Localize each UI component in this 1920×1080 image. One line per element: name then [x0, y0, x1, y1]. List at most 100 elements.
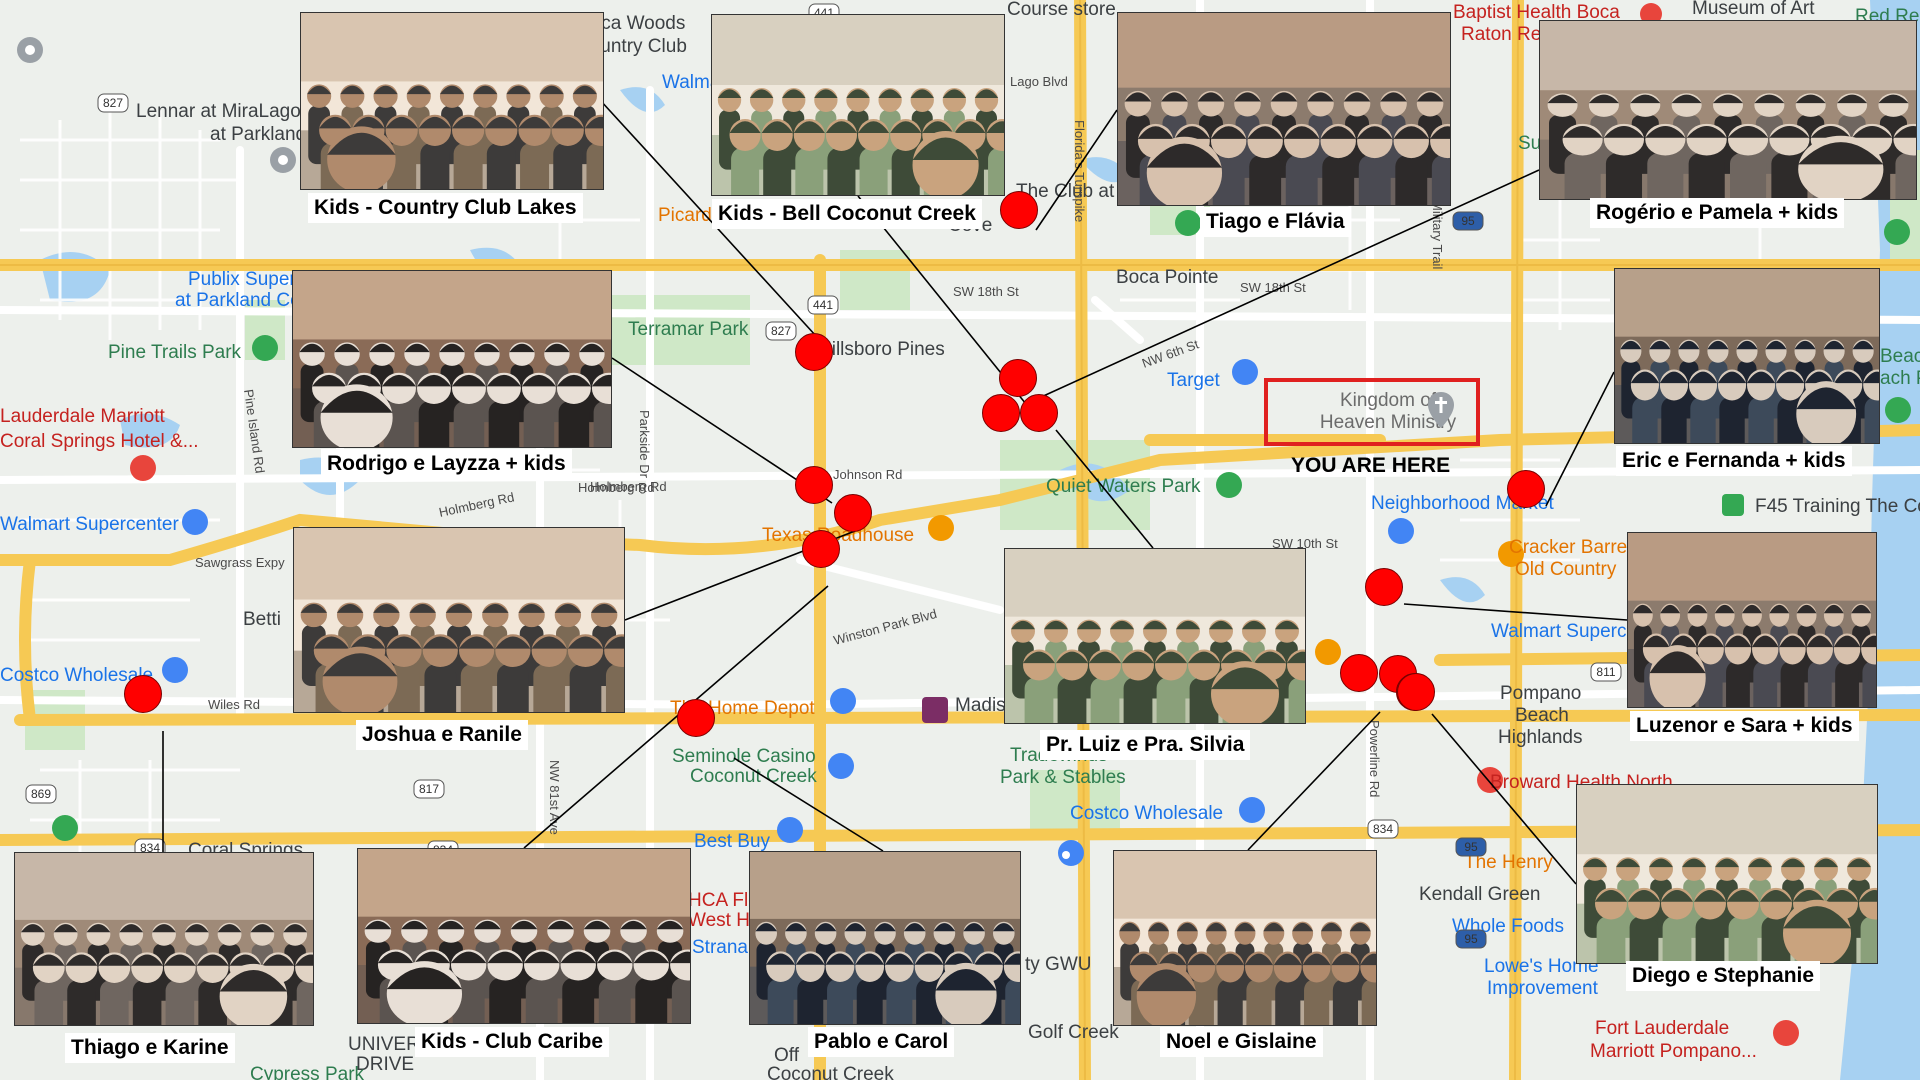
svg-text:834: 834	[1373, 822, 1393, 836]
route-shield: 834	[1367, 819, 1399, 839]
place-label[interactable]: Picardi	[658, 205, 716, 226]
location-marker-bell-coconut-creek-2[interactable]	[1020, 394, 1058, 432]
location-marker-thiago-karine[interactable]	[124, 675, 162, 713]
group-caption-thiago-karine: Thiago e Karine	[65, 1033, 235, 1063]
place-label[interactable]: F45 Training The Co	[1755, 496, 1920, 517]
place-label[interactable]: Boca Pointe	[1116, 267, 1218, 288]
group-photo-tiago-flavia[interactable]	[1117, 12, 1451, 206]
place-label[interactable]: Museum of Art	[1692, 0, 1815, 19]
place-label[interactable]: Best Buy	[694, 831, 771, 852]
place-label[interactable]: Terramar Park	[628, 319, 749, 340]
location-marker-joshua-ranile[interactable]	[834, 494, 872, 532]
route-shield: 95	[1452, 211, 1484, 231]
place-label[interactable]: Quiet Waters Park	[1046, 476, 1201, 497]
group-photo-pablo-carol[interactable]	[749, 851, 1021, 1025]
place-label[interactable]: Hillsboro Pines	[818, 339, 945, 360]
place-label[interactable]: Cypress Park	[250, 1064, 365, 1080]
svg-text:869: 869	[31, 787, 51, 801]
you-are-here-box	[1264, 378, 1480, 446]
road-label: Wiles Rd	[208, 697, 260, 712]
place-label[interactable]: Coconut Creek	[767, 1064, 894, 1080]
location-marker-rodrigo-layzza[interactable]	[795, 466, 833, 504]
road-label: SW 18th St	[1240, 280, 1306, 295]
place-label[interactable]: Highlands	[1498, 727, 1583, 748]
location-marker-bell-coconut-creek-1[interactable]	[982, 394, 1020, 432]
place-label[interactable]: Park & Stables	[1000, 767, 1126, 788]
group-photo-bell-coconut-creek[interactable]	[711, 14, 1005, 196]
place-label[interactable]: Coral Springs Hotel &...	[0, 431, 199, 452]
place-label[interactable]: Walmart Supercenter	[0, 514, 179, 535]
place-label[interactable]: Costco Wholesale	[1070, 803, 1223, 824]
group-caption-joshua-ranile: Joshua e Ranile	[356, 720, 528, 750]
group-photo-eric-fernanda[interactable]	[1614, 268, 1880, 444]
place-label[interactable]: Cracker Barrel	[1509, 537, 1631, 558]
road-label: Powerline Rd	[1367, 720, 1382, 797]
road-label: Military Trail	[1430, 200, 1445, 269]
group-caption-pablo-carol: Pablo e Carol	[808, 1027, 955, 1057]
route-shield: 827	[97, 93, 129, 113]
place-label[interactable]: ty GWU	[1025, 954, 1092, 975]
road-label: Johnson Rd	[833, 467, 902, 482]
group-photo-diego-stephanie[interactable]	[1576, 784, 1878, 964]
place-label[interactable]: Course store	[1007, 0, 1116, 20]
place-label[interactable]: Golf Creek	[1028, 1022, 1119, 1043]
place-label[interactable]: Kendall Green	[1419, 884, 1540, 905]
group-photo-thiago-karine[interactable]	[14, 852, 314, 1026]
location-marker-eric-fernanda[interactable]	[1507, 470, 1545, 508]
place-label[interactable]: Fort Lauderdale	[1595, 1018, 1729, 1039]
group-photo-luiz-silvia[interactable]	[1004, 548, 1306, 724]
place-label[interactable]: Beach	[1515, 705, 1569, 726]
place-label[interactable]: Betti	[243, 609, 281, 630]
route-shield: 95	[1455, 929, 1487, 949]
place-label[interactable]: Pine Trails Park	[108, 342, 242, 363]
road-label: SW 18th St	[953, 284, 1019, 299]
place-label[interactable]: Improvement	[1487, 978, 1599, 999]
place-label[interactable]: ach Pier	[1880, 368, 1920, 389]
route-shield: 869	[25, 784, 57, 804]
group-photo-country-club-lakes[interactable]	[300, 12, 604, 190]
svg-text:827: 827	[771, 324, 791, 338]
location-marker-extra[interactable]	[1397, 673, 1435, 711]
group-caption-tiago-flavia: Tiago e Flávia	[1200, 207, 1351, 237]
place-label[interactable]: DRIVE	[356, 1054, 414, 1075]
road-label: Sawgrass Expy	[195, 555, 285, 570]
group-caption-luzenor-sara: Luzenor e Sara + kids	[1630, 711, 1859, 741]
place-label[interactable]: Coconut Creek	[690, 766, 817, 787]
group-photo-rogerio-pamela[interactable]	[1539, 20, 1917, 200]
group-caption-rodrigo-layzza: Rodrigo e Layzza + kids	[321, 449, 572, 479]
location-marker-tiago-flavia[interactable]	[1000, 191, 1038, 229]
location-marker-pablo-carol[interactable]	[677, 699, 715, 737]
location-marker-luzenor-sara[interactable]	[1365, 568, 1403, 606]
road-label: Parkside Dr	[637, 410, 652, 479]
svg-text:827: 827	[103, 96, 123, 110]
group-caption-luiz-silvia: Pr. Luiz e Pra. Silvia	[1040, 730, 1251, 760]
route-shield: 827	[765, 321, 797, 341]
location-marker-country-club-lakes[interactable]	[795, 333, 833, 371]
you-are-here-label: YOU ARE HERE	[1291, 454, 1451, 477]
place-label[interactable]: Pompano	[1500, 683, 1581, 704]
group-photo-joshua-ranile[interactable]	[293, 527, 625, 713]
route-shield: 95	[1455, 837, 1487, 857]
location-marker-bell-coconut-creek[interactable]	[999, 359, 1037, 397]
group-photo-rodrigo-layzza[interactable]	[292, 270, 612, 448]
group-caption-diego-stephanie: Diego e Stephanie	[1626, 961, 1821, 991]
place-label[interactable]: Off	[774, 1045, 800, 1066]
place-label[interactable]: Marriott Pompano...	[1590, 1041, 1757, 1062]
location-marker-club-caribe[interactable]	[802, 530, 840, 568]
group-caption-club-caribe: Kids - Club Caribe	[415, 1027, 610, 1057]
route-shield: 441	[807, 295, 839, 315]
road-label: NW 81st Ave	[547, 760, 562, 835]
place-label[interactable]: Lennar at MiraLago	[136, 101, 301, 122]
place-label[interactable]: Old Country	[1515, 559, 1617, 580]
group-photo-club-caribe[interactable]	[357, 848, 691, 1024]
place-label[interactable]: Lauderdale Marriott	[0, 406, 165, 427]
place-label[interactable]: at Parkland	[210, 124, 306, 145]
group-photo-luzenor-sara[interactable]	[1627, 532, 1877, 708]
map-canvas[interactable]: Lennar at MiraLago at Parkland Publix Supe…	[0, 0, 1920, 1080]
place-label[interactable]: Beach	[1880, 346, 1920, 367]
place-label[interactable]: Target	[1167, 370, 1221, 391]
route-shield: 817	[413, 779, 445, 799]
location-marker-noel-gislaine[interactable]	[1340, 654, 1378, 692]
group-photo-noel-gislaine[interactable]	[1113, 850, 1377, 1026]
svg-text:95: 95	[1461, 214, 1475, 228]
